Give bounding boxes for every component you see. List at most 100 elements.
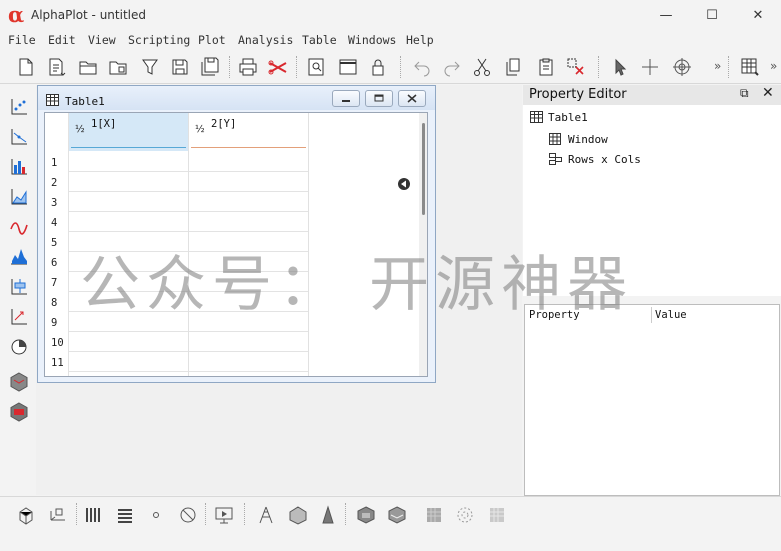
clear-icon[interactable] — [564, 55, 588, 79]
row-number[interactable]: 6 — [51, 257, 57, 269]
horizontal-bars-icon[interactable] — [112, 503, 138, 527]
row-number[interactable]: 9 — [51, 317, 57, 329]
table-grid[interactable]: ½ 1[X] ½ 2[Y] 1 2 3 4 5 6 7 8 9 10 11 — [44, 112, 428, 377]
table-row[interactable] — [69, 152, 309, 172]
crosshair-icon[interactable] — [638, 55, 662, 79]
pointer-icon[interactable] — [608, 55, 632, 79]
points-icon[interactable] — [143, 503, 169, 527]
open-folder-icon[interactable] — [76, 55, 100, 79]
print-icon[interactable] — [236, 55, 260, 79]
row-number[interactable]: 7 — [51, 277, 57, 289]
row-number[interactable]: 11 — [51, 357, 64, 369]
menu-table[interactable]: Table — [302, 33, 337, 47]
filled-mesh-icon[interactable] — [353, 503, 379, 527]
polygon-icon[interactable] — [315, 503, 341, 527]
table-window[interactable]: Table1 ½ 1[X] ½ 2[Y] 1 2 3 4 5 6 7 8 9 1… — [37, 85, 436, 383]
scatter-plot-icon[interactable] — [6, 95, 32, 119]
maximize-button[interactable]: ☐ — [689, 0, 735, 31]
save-as-icon[interactable] — [198, 55, 222, 79]
row-number[interactable]: 2 — [51, 177, 57, 189]
minimize-button[interactable]: — — [643, 0, 689, 31]
3d-box-icon[interactable] — [13, 503, 39, 527]
new-item-icon[interactable] — [44, 55, 68, 79]
menu-plot[interactable]: Plot — [198, 33, 226, 47]
collapse-panel-icon[interactable] — [397, 177, 411, 194]
panel-splitter[interactable] — [523, 296, 781, 304]
row-number[interactable]: 8 — [51, 297, 57, 309]
table-row[interactable] — [69, 252, 309, 272]
table-row[interactable] — [69, 352, 309, 372]
line-symbol-plot-icon[interactable] — [6, 125, 32, 149]
floor-mesh-icon[interactable] — [384, 503, 410, 527]
open-template-icon[interactable] — [106, 55, 130, 79]
row-number[interactable]: 3 — [51, 197, 57, 209]
3d-surface-icon[interactable] — [6, 400, 32, 424]
menu-view[interactable]: View — [88, 33, 116, 47]
area-plot-icon[interactable] — [6, 185, 32, 209]
menu-file[interactable]: File — [8, 33, 36, 47]
table-row[interactable] — [69, 272, 309, 292]
table-vertical-scrollbar[interactable] — [419, 113, 427, 376]
table-row[interactable] — [69, 192, 309, 212]
scrollbar-thumb[interactable] — [422, 123, 425, 215]
save-icon[interactable] — [168, 55, 192, 79]
redo-icon[interactable] — [440, 55, 464, 79]
table-row[interactable] — [69, 312, 309, 332]
table-row[interactable] — [69, 292, 309, 312]
subwin-close-icon[interactable] — [398, 90, 426, 107]
table-settings-icon[interactable] — [738, 55, 762, 79]
3d-frame-icon[interactable] — [45, 503, 71, 527]
wireframe-icon[interactable] — [253, 503, 279, 527]
window-icon[interactable] — [336, 55, 360, 79]
table-row[interactable] — [69, 332, 309, 352]
no-style-icon[interactable] — [175, 503, 201, 527]
row-number[interactable]: 5 — [51, 237, 57, 249]
vector-plot-icon[interactable] — [6, 305, 32, 329]
target-icon[interactable] — [670, 55, 694, 79]
histogram-icon[interactable] — [6, 245, 32, 269]
bar-chart-icon[interactable] — [6, 155, 32, 179]
cut-icon[interactable] — [470, 55, 494, 79]
new-project-icon[interactable] — [14, 55, 38, 79]
column-header-y[interactable]: ½ 2[Y] — [189, 113, 308, 151]
toolbar-overflow-2-icon[interactable]: » — [770, 59, 777, 73]
menu-help[interactable]: Help — [406, 33, 434, 47]
row-number[interactable]: 10 — [51, 337, 64, 349]
floor-iso-icon[interactable] — [452, 503, 478, 527]
subwin-restore-icon[interactable] — [365, 90, 393, 107]
subwin-minimize-icon[interactable] — [332, 90, 360, 107]
table-row[interactable] — [69, 212, 309, 232]
row-number[interactable]: 1 — [51, 157, 57, 169]
column-header-x[interactable]: ½ 1[X] — [69, 113, 188, 151]
menu-analysis[interactable]: Analysis — [238, 33, 293, 47]
3d-plot-icon[interactable] — [6, 370, 32, 394]
lock-icon[interactable] — [366, 55, 390, 79]
float-panel-icon[interactable]: ⧉ — [740, 86, 749, 101]
table-row[interactable] — [69, 232, 309, 252]
cut-red-icon[interactable] — [266, 55, 290, 79]
box-plot-icon[interactable] — [6, 275, 32, 299]
paste-icon[interactable] — [534, 55, 558, 79]
toolbar-overflow-icon[interactable]: » — [714, 59, 721, 73]
line-plot-icon[interactable] — [6, 215, 32, 239]
property-column-header[interactable]: Property — [529, 309, 580, 321]
copy-icon[interactable] — [502, 55, 526, 79]
menu-windows[interactable]: Windows — [348, 33, 396, 47]
animation-icon[interactable] — [211, 503, 237, 527]
tree-item-table1[interactable]: Table1 — [548, 111, 588, 124]
value-column-header[interactable]: Value — [655, 309, 687, 321]
property-table[interactable]: Property Value — [524, 304, 780, 496]
pie-chart-icon[interactable] — [6, 335, 32, 359]
tree-item-window[interactable]: Window — [568, 133, 608, 146]
floor-data-icon[interactable] — [421, 503, 447, 527]
table-window-titlebar[interactable]: Table1 — [38, 86, 435, 110]
menu-scripting[interactable]: Scripting — [128, 33, 190, 47]
floor-empty-icon[interactable] — [484, 503, 510, 527]
table-row[interactable] — [69, 172, 309, 192]
tree-item-rows-cols[interactable]: Rows x Cols — [568, 153, 641, 166]
preview-icon[interactable] — [304, 55, 328, 79]
hidden-line-icon[interactable] — [285, 503, 311, 527]
menu-edit[interactable]: Edit — [48, 33, 76, 47]
close-button[interactable]: ✕ — [735, 0, 781, 31]
row-number[interactable]: 4 — [51, 217, 57, 229]
